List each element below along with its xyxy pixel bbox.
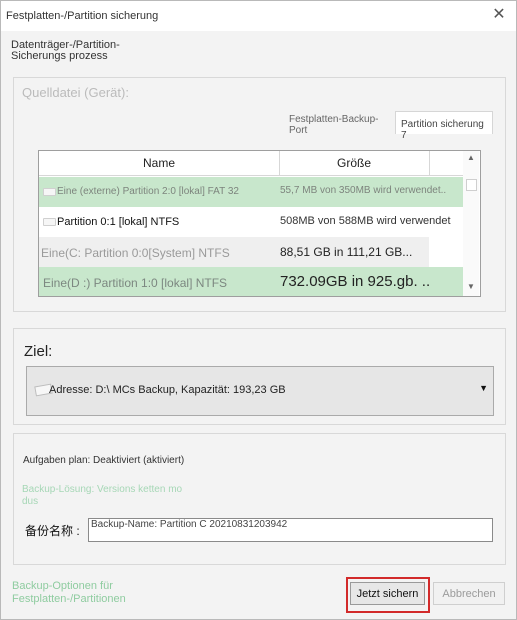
source-panel: Quelldatei (Gerät): Festplatten-Backup-P… [13,77,506,312]
schedule-setting[interactable]: Aufgaben plan: Deaktiviert (aktiviert) [23,455,184,466]
title-bar: Festplatten-/Partition sicherung ✕ [1,1,516,31]
target-panel: Ziel: Adresse: D:\ MCs Backup, Kapazität… [13,328,506,425]
dialog-subtitle: Datenträger-/Partition-Sicherungs prozes… [11,39,120,62]
backup-scheme-setting[interactable]: Backup-Lösung: Versions ketten mo dus [22,484,197,508]
partition-icon [43,218,56,226]
chevron-down-icon[interactable]: ▼ [479,383,488,393]
backup-name-input[interactable]: Backup-Name: Partition C 20210831203942 [88,518,493,542]
tab-disk-backup[interactable]: Festplatten-Backup-Port [289,114,392,141]
column-header-name[interactable]: Name [39,156,279,170]
table-scrollbar[interactable]: ▲ ▼ [463,151,479,296]
scroll-up-icon[interactable]: ▲ [466,153,476,163]
partition-size: 732.09GB in 925.gb. .. [280,273,431,290]
table-row[interactable]: Partition 0:1 [lokal] NTFS 508MB von 588… [39,207,463,237]
backup-name-label: 备份名称 : [25,524,80,538]
partition-size: 88,51 GB in 111,21 GB... [280,245,413,259]
partition-size: 508MB von 588MB wird verwendet [280,215,451,227]
table-row[interactable]: Eine(D :) Partition 1:0 [lokal] NTFS 732… [39,267,463,296]
target-label: Ziel: [24,343,53,360]
partition-icon [43,188,56,196]
destination-select[interactable]: Adresse: D:\ MCs Backup, Kapazität: 193,… [26,366,494,416]
partition-name: Partition 0:1 [lokal] NTFS [57,216,180,228]
partition-name: Eine (externe) Partition 2:0 [lokal] FAT… [57,186,239,197]
cancel-button[interactable]: Abbrechen [433,582,505,605]
partition-name: Eine(C: Partition 0:0[System] NTFS [41,246,230,260]
column-divider [429,151,430,175]
backup-dialog: Festplatten-/Partition sicherung ✕ Daten… [0,0,517,620]
column-header-size[interactable]: Größe [279,156,429,170]
window-title: Festplatten-/Partition sicherung [6,10,159,22]
backup-options-link[interactable]: Backup-Optionen für Festplatten-/Partiti… [12,580,152,606]
scroll-thumb[interactable] [466,179,477,191]
partition-size: 55,7 MB von 350MB wird verwendet.. [280,185,447,196]
tab-partition-backup[interactable]: Partition sicherung 7 [395,111,493,141]
table-row[interactable]: Eine (externe) Partition 2:0 [lokal] FAT… [39,177,463,207]
partition-table: Name Größe Eine (externe) Partition 2:0 … [38,150,481,297]
scroll-down-icon[interactable]: ▼ [466,282,476,292]
backup-now-button[interactable]: Jetzt sichern [350,582,425,605]
source-label: Quelldatei (Gerät): [22,85,129,100]
destination-text: Adresse: D:\ MCs Backup, Kapazität: 193,… [49,384,286,396]
close-icon[interactable]: ✕ [490,6,508,24]
table-header: Name Größe [39,151,463,176]
options-panel: Aufgaben plan: Deaktiviert (aktiviert) B… [13,433,506,565]
table-row[interactable]: Eine(C: Partition 0:0[System] NTFS 88,51… [39,237,429,267]
partition-name: Eine(D :) Partition 1:0 [lokal] NTFS [43,276,228,290]
